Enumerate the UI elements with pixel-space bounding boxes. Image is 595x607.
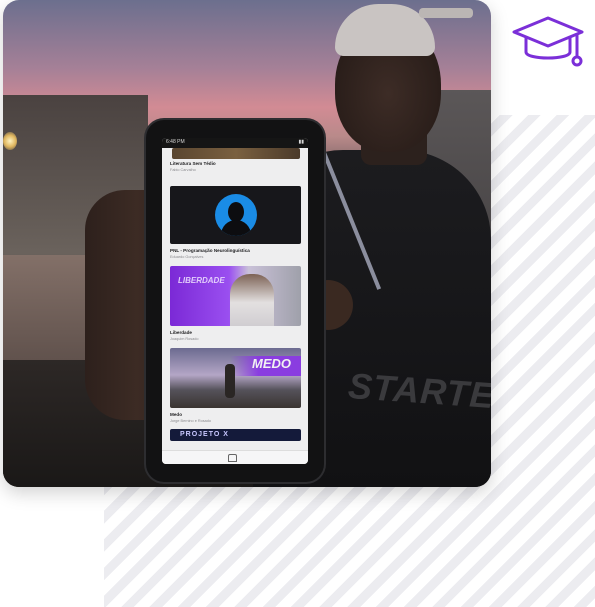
item-title: Literatura Sem Tédio (170, 161, 216, 166)
phone-status-bar: 6:48 PM ▮▮ (162, 138, 308, 148)
home-icon (228, 454, 237, 462)
thumbnail-liberdade: LIBERDADE (170, 266, 301, 326)
thumbnail-figure (225, 364, 235, 398)
banner-projeto: PROJETO X (180, 431, 229, 438)
wall (3, 255, 98, 375)
street-lamp (3, 132, 17, 150)
smartphone: 6:48 PM ▮▮ Literatura Sem Tédio Fabio Ca… (146, 120, 324, 482)
graduation-cap-icon (512, 16, 584, 67)
banner-medo: MEDO (252, 356, 291, 371)
item-subtitle: Joaquim Rosado (170, 337, 199, 341)
photo-person-holding-phone: STARTE 6:48 PM ▮▮ Literatura Sem Tédio F… (3, 0, 491, 487)
item-title: Liberdade (170, 330, 192, 335)
item-subtitle: Eduardo Gonçalves (170, 255, 204, 259)
thumbnail-top (172, 148, 300, 159)
item-title: Medo (170, 412, 182, 417)
avatar-icon (215, 194, 257, 236)
item-subtitle: Jorge Bernino e Rosado (170, 419, 211, 423)
thumbnail-medo: MEDO (170, 348, 301, 408)
thumbnail-projeto: PROJETO X (170, 429, 301, 441)
status-time: 6:48 PM (166, 139, 185, 145)
item-title: PNL - Programação Neurolinguística (170, 248, 250, 253)
person-cap (333, 0, 473, 60)
phone-screen: 6:48 PM ▮▮ Literatura Sem Tédio Fabio Ca… (162, 138, 308, 464)
battery-icon: ▮▮ (298, 139, 304, 145)
thumbnail-person (230, 274, 274, 326)
banner-liberdade: LIBERDADE (178, 276, 225, 285)
thumbnail-pnl (170, 186, 301, 244)
phone-bottom-nav (162, 450, 308, 464)
item-subtitle: Fabio Carvalho (170, 168, 196, 172)
